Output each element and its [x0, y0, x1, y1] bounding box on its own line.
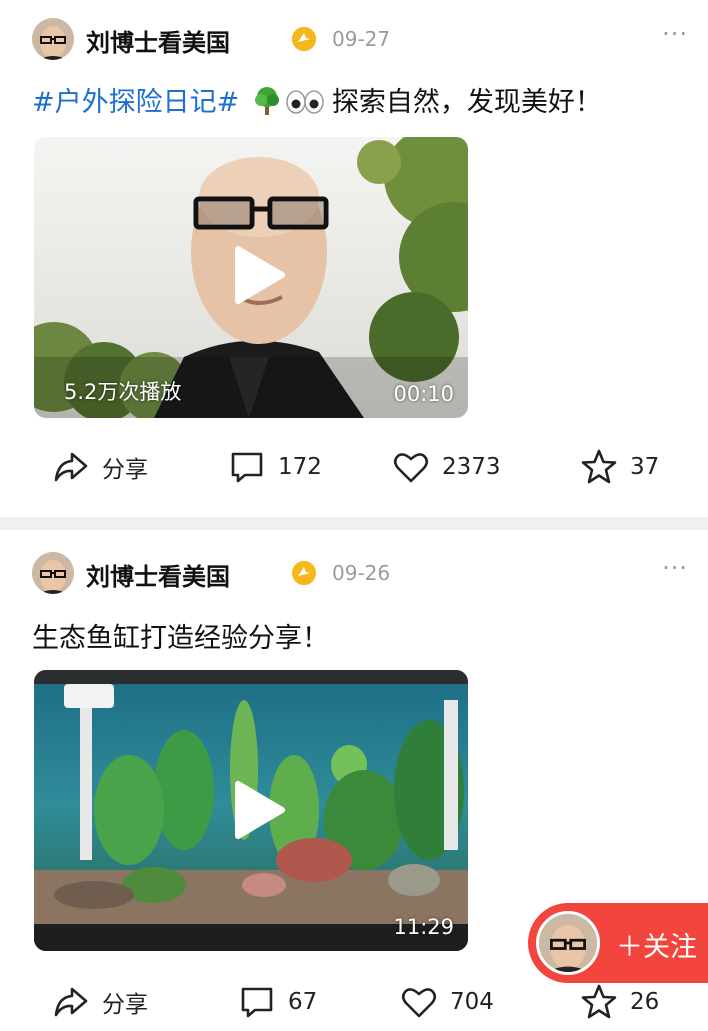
more-options-icon[interactable]: ··· [662, 20, 688, 48]
comment-count: 67 [288, 989, 318, 1015]
share-label: 分享 [102, 457, 148, 483]
avatar [536, 911, 600, 975]
video-duration: 00:10 [393, 382, 454, 406]
video-thumbnail[interactable]: 5.2万次播放 00:10 [34, 137, 468, 418]
username[interactable]: 刘博士看美国 [86, 23, 230, 58]
post-separator [0, 517, 708, 530]
video-duration: 11:29 [393, 915, 454, 939]
like-button[interactable]: 704 [400, 980, 494, 1024]
like-count: 2373 [442, 454, 501, 480]
tree-emoji-icon [252, 86, 282, 116]
comment-count: 172 [278, 454, 322, 480]
verified-badge-icon [292, 27, 316, 51]
heart-icon [401, 988, 437, 1018]
like-button[interactable]: 2373 [392, 445, 501, 489]
favorite-button[interactable]: 37 [580, 445, 659, 489]
hashtag-link[interactable]: #户外探险日记# [32, 87, 239, 118]
share-button[interactable]: 分享 [52, 445, 148, 489]
favorite-count: 37 [630, 454, 660, 480]
post-header: 刘博士看美国 09-27 ··· [32, 18, 692, 62]
post-date: 09-26 [332, 561, 391, 585]
post-body-text: 探索自然，发现美好！ [331, 87, 602, 118]
post-body-text: 生态鱼缸打造经验分享！ [32, 623, 329, 654]
like-count: 704 [450, 989, 494, 1015]
action-bar: 分享 172 2373 37 [0, 445, 708, 489]
view-count: 5.2万次播放 [64, 380, 182, 404]
verified-badge-icon [292, 561, 316, 585]
comment-icon [241, 987, 273, 1018]
feed-post: 刘博士看美国 09-27 ··· #户外探险日记# 探索自然，发现美好！ 5.2… [0, 0, 708, 517]
follow-button[interactable]: ＋关注 [528, 903, 708, 983]
avatar[interactable] [32, 18, 74, 60]
username[interactable]: 刘博士看美国 [86, 557, 230, 592]
play-icon[interactable] [228, 245, 288, 305]
comment-button[interactable]: 67 [238, 980, 317, 1024]
avatar[interactable] [32, 552, 74, 594]
share-icon [54, 452, 88, 482]
post-date: 09-27 [332, 27, 391, 51]
favorite-count: 26 [630, 989, 660, 1015]
eyes-emoji-icon [286, 90, 324, 114]
heart-icon [393, 453, 429, 483]
play-icon[interactable] [228, 780, 288, 840]
post-header: 刘博士看美国 09-26 ··· [32, 552, 692, 596]
post-text[interactable]: 生态鱼缸打造经验分享！ [32, 616, 329, 655]
star-icon [581, 449, 617, 484]
action-bar: 分享 67 704 26 [0, 980, 708, 1024]
share-label: 分享 [102, 992, 148, 1018]
star-icon [581, 984, 617, 1019]
follow-label: ＋关注 [616, 932, 697, 963]
video-thumbnail[interactable]: 11:29 [34, 670, 468, 951]
more-options-icon[interactable]: ··· [662, 554, 688, 582]
share-icon [54, 987, 88, 1017]
share-button[interactable]: 分享 [52, 980, 148, 1024]
comment-button[interactable]: 172 [228, 445, 322, 489]
post-text[interactable]: #户外探险日记# 探索自然，发现美好！ [32, 80, 602, 119]
favorite-button[interactable]: 26 [580, 980, 659, 1024]
comment-icon [231, 452, 263, 483]
